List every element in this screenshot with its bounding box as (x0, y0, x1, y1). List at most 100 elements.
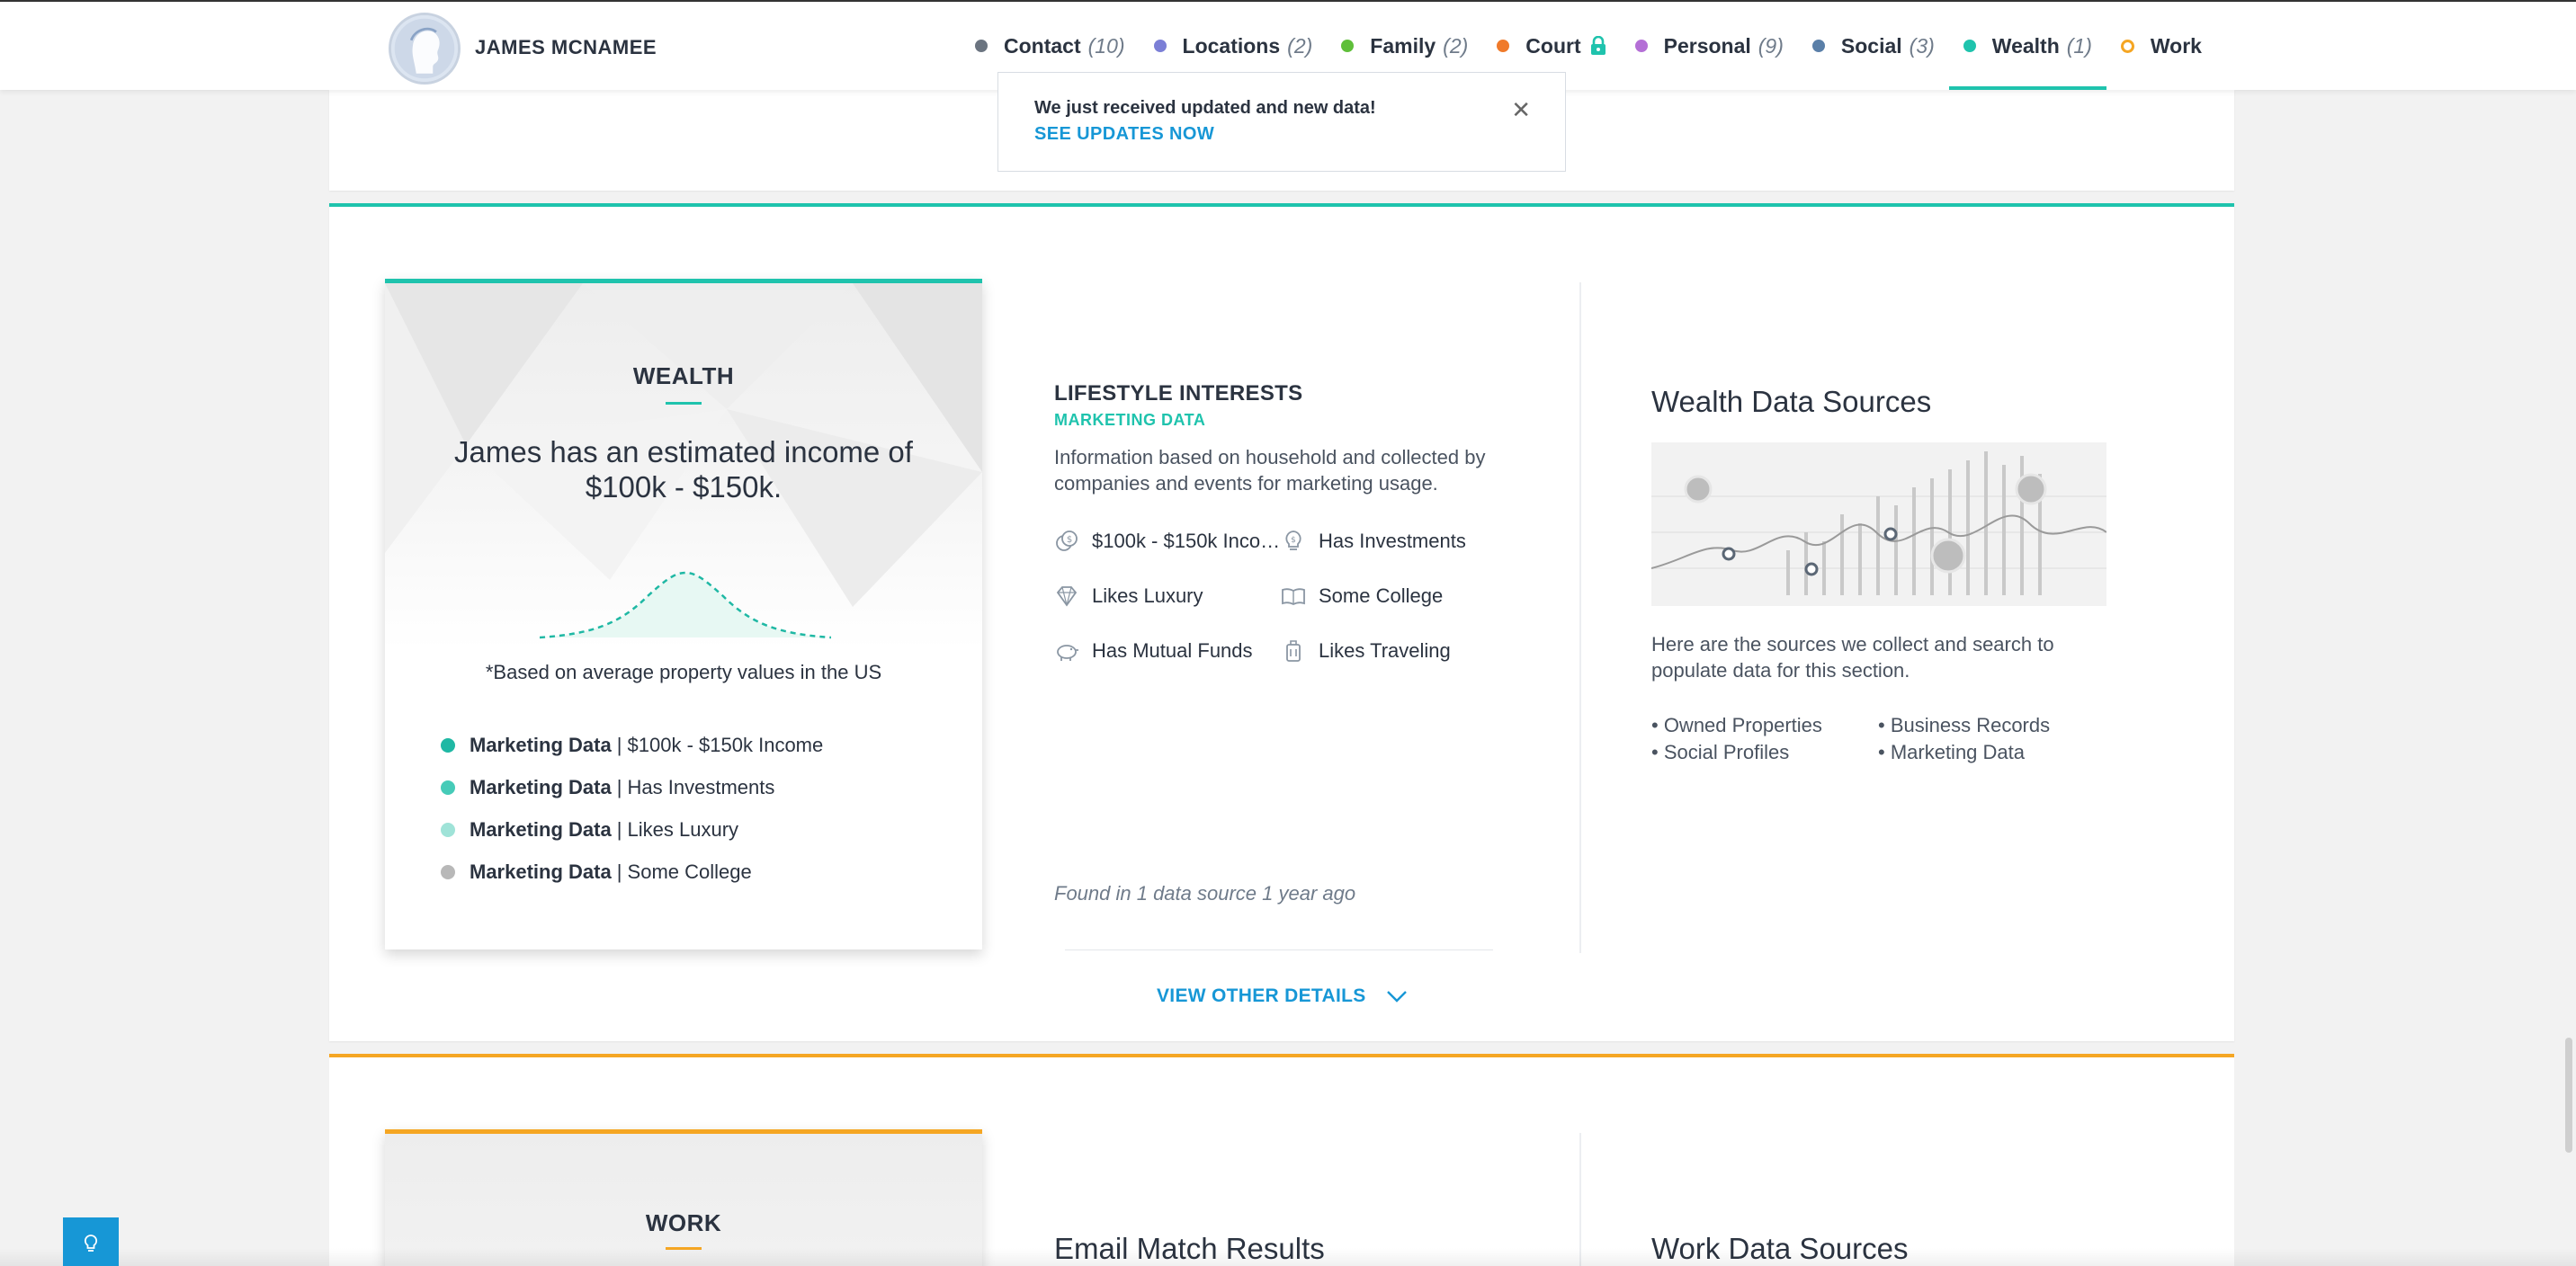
source-value: | Some College (616, 860, 752, 883)
interest-tag: $ Has Investments (1281, 522, 1507, 560)
nav-tab-work[interactable]: Work (2106, 2, 2216, 90)
income-distribution-curve (540, 571, 831, 639)
list-item: • Business Records (1878, 714, 2051, 736)
see-updates-link[interactable]: SEE UPDATES NOW (1034, 124, 1214, 145)
nav-tab-label: Social (1840, 33, 1902, 58)
book-icon (1282, 587, 1305, 605)
nav-tab-wealth[interactable]: Wealth (1) (1948, 2, 2106, 90)
source-name: Marketing Data (470, 860, 612, 883)
data-sources-description: Here are the sources we collect and sear… (1651, 633, 2054, 682)
data-sources-title: Wealth Data Sources (1651, 385, 1932, 418)
wealth-title: WEALTH (632, 362, 735, 389)
nav-tab-count: (3) (1909, 33, 1935, 58)
nav-tab-personal[interactable]: Personal (9) (1621, 2, 1798, 90)
nav-tab-count: (2) (1443, 33, 1469, 58)
work-dot-icon (2120, 39, 2134, 53)
view-other-label: VIEW OTHER DETAILS (1157, 985, 1366, 1006)
list-item: Marketing Data | Has Investments (441, 766, 823, 808)
list-item: • Marketing Data (1878, 741, 2025, 763)
nav-tab-label: Personal (1663, 33, 1751, 58)
nav-tab-label: Contact (1004, 33, 1081, 58)
notification-message: We just received updated and new data! (1034, 98, 1376, 118)
svg-text:$: $ (1067, 535, 1072, 545)
nav-tab-label: Court (1525, 33, 1581, 58)
income-note: *Based on average property values in the… (485, 661, 882, 683)
interest-tag: Likes Traveling (1281, 631, 1507, 670)
person-name: JAMES MCNAMEE (475, 36, 657, 58)
lightbulb-icon (84, 1235, 98, 1252)
list-item: Marketing Data | Some College (441, 851, 823, 893)
source-value: | $100k - $150k Income (616, 733, 824, 756)
wealth-dot-icon (1963, 40, 1976, 52)
nav-tab-count: (1) (2066, 33, 2092, 58)
profile-avatar[interactable] (389, 13, 461, 85)
title-underline (666, 402, 702, 405)
contact-dot-icon (975, 40, 988, 52)
nav-tab-label: Wealth (1991, 33, 2060, 58)
coins-icon: $ (1056, 530, 1078, 551)
svg-text:$: $ (1291, 536, 1296, 545)
work-section: WORK Email Match Results Work Data Sourc… (329, 1054, 2234, 1266)
lightbulb-icon: $ (1285, 530, 1301, 550)
column-divider (1579, 282, 1581, 953)
work-summary-panel: WORK (385, 1129, 982, 1266)
source-dot-icon (441, 822, 455, 837)
interest-label: Some College (1319, 584, 1444, 607)
interest-label: Has Investments (1319, 529, 1466, 552)
source-dot-icon (441, 737, 455, 753)
found-in-sources: Found in 1 data source 1 year ago (1054, 882, 1356, 905)
work-title: WORK (645, 1209, 722, 1236)
data-sources-list: • Owned Properties • Business Records • … (1651, 712, 2105, 766)
source-name: Marketing Data (470, 817, 612, 841)
nav-tab-count: (10) (1087, 33, 1125, 58)
nav-tab-label: Family (1370, 33, 1436, 58)
list-item: Marketing Data | Likes Luxury (441, 808, 823, 851)
family-dot-icon (1341, 40, 1355, 52)
locations-dot-icon (1153, 40, 1167, 52)
lifestyle-interests-column: LIFESTYLE INTERESTS MARKETING DATA Infor… (1054, 207, 1522, 1041)
nav-tab-count: (2) (1287, 33, 1313, 58)
source-name: Marketing Data (470, 775, 612, 798)
finance-chart-illustration (1651, 442, 2106, 606)
list-item: • Social Profiles (1651, 741, 1790, 763)
list-item: Marketing Data | $100k - $150k Income (441, 724, 823, 766)
bottom-shadow (0, 1248, 2576, 1266)
update-notification: We just received updated and new data! S… (997, 72, 1566, 172)
help-button[interactable] (63, 1217, 119, 1266)
wealth-section: WEALTH James has an estimated income of … (329, 203, 2234, 1041)
diamond-icon (1056, 585, 1078, 607)
chevron-down-icon (1386, 991, 1407, 1003)
source-value: | Likes Luxury (616, 817, 739, 841)
nav-tab-label: Work (2150, 33, 2202, 58)
court-dot-icon (1497, 40, 1510, 52)
close-icon[interactable]: ✕ (1511, 98, 1531, 121)
nav-tab-count: (9) (1758, 33, 1784, 58)
interest-label: $100k - $150k Income (1092, 529, 1281, 552)
source-dot-icon (441, 780, 455, 795)
wealth-summary-panel: WEALTH James has an estimated income of … (385, 279, 982, 950)
lifestyle-tags: $ $100k - $150k Income $ Has Investments… (1054, 522, 1522, 670)
lifestyle-subtitle: MARKETING DATA (1054, 411, 1206, 429)
luggage-icon (1286, 639, 1301, 662)
lifestyle-description: Information based on household and colle… (1054, 446, 1486, 495)
lifestyle-title: LIFESTYLE INTERESTS (1054, 381, 1303, 406)
source-value: | Has Investments (616, 775, 775, 798)
income-estimate: James has an estimated income of $100k -… (454, 435, 913, 504)
page-scrollbar[interactable] (2565, 1038, 2572, 1153)
interest-label: Likes Luxury (1092, 584, 1203, 607)
wealth-source-list: Marketing Data | $100k - $150k Income Ma… (441, 724, 823, 893)
interest-tag: Some College (1281, 576, 1507, 615)
list-item: • Owned Properties (1651, 714, 1822, 736)
nav-tab-label: Locations (1182, 33, 1281, 58)
column-divider (1579, 1133, 1581, 1266)
source-name: Marketing Data (470, 733, 612, 756)
view-other-details-button[interactable]: VIEW OTHER DETAILS (1157, 985, 1408, 1007)
interest-tag: $ $100k - $150k Income (1054, 522, 1281, 560)
social-dot-icon (1811, 40, 1825, 52)
lock-icon (1590, 36, 1606, 55)
source-dot-icon (441, 864, 455, 879)
interest-label: Has Mutual Funds (1092, 638, 1253, 662)
interest-tag: Likes Luxury (1054, 576, 1281, 615)
piggy-bank-icon (1057, 644, 1078, 661)
nav-tab-social[interactable]: Social (3) (1798, 2, 1949, 90)
